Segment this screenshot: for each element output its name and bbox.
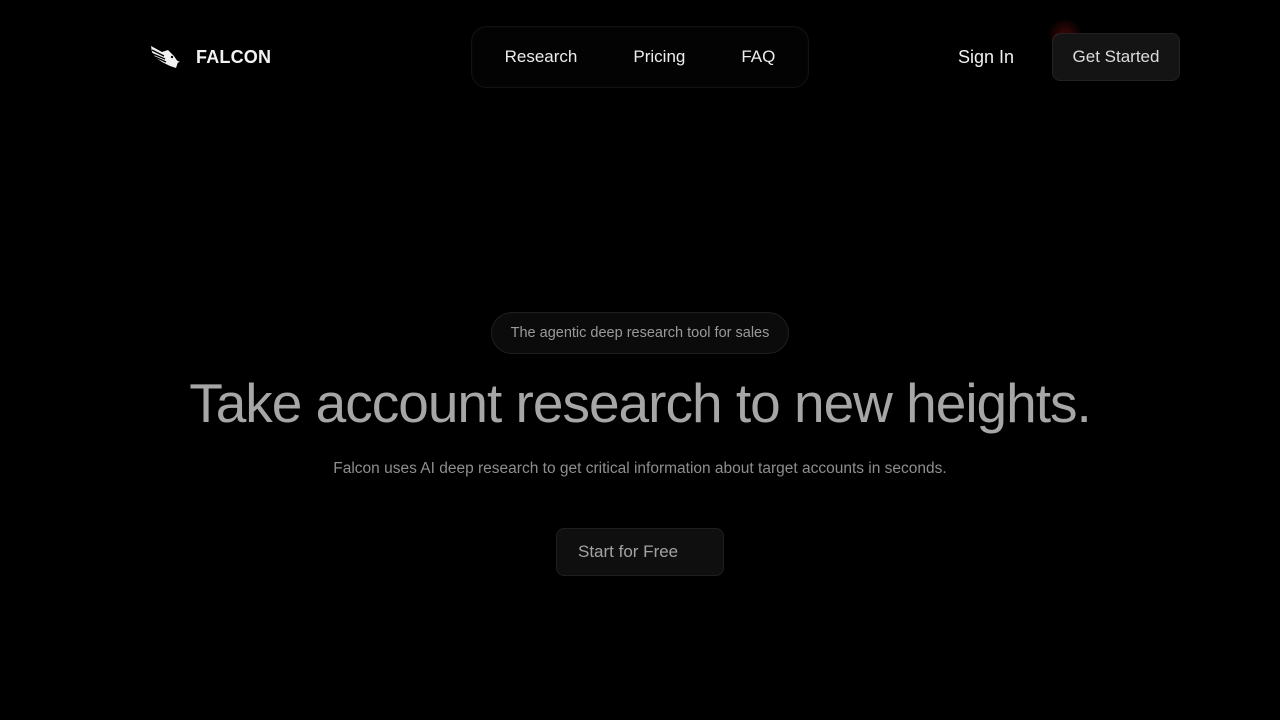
brand-link[interactable]: FALCON <box>148 40 271 74</box>
tagline-badge: The agentic deep research tool for sales <box>491 312 789 354</box>
sign-in-link[interactable]: Sign In <box>958 44 1014 70</box>
start-for-free-button[interactable]: Start for Free <box>556 528 724 576</box>
nav-item-faq[interactable]: FAQ <box>713 26 803 88</box>
falcon-logo-icon <box>148 40 182 74</box>
hero-title: Take account research to new heights. <box>189 372 1092 434</box>
hero-subtitle: Falcon uses AI deep research to get crit… <box>333 460 947 477</box>
brand-name: FALCON <box>196 46 272 67</box>
landing-page: FALCON Research Pricing FAQ Sign In Get … <box>0 0 1280 720</box>
main-nav: Research Pricing FAQ <box>471 26 809 88</box>
nav-item-research[interactable]: Research <box>477 26 606 88</box>
get-started-button[interactable]: Get Started <box>1052 33 1180 81</box>
nav-item-pricing[interactable]: Pricing <box>605 26 713 88</box>
site-header: FALCON Research Pricing FAQ Sign In Get … <box>0 0 1280 114</box>
